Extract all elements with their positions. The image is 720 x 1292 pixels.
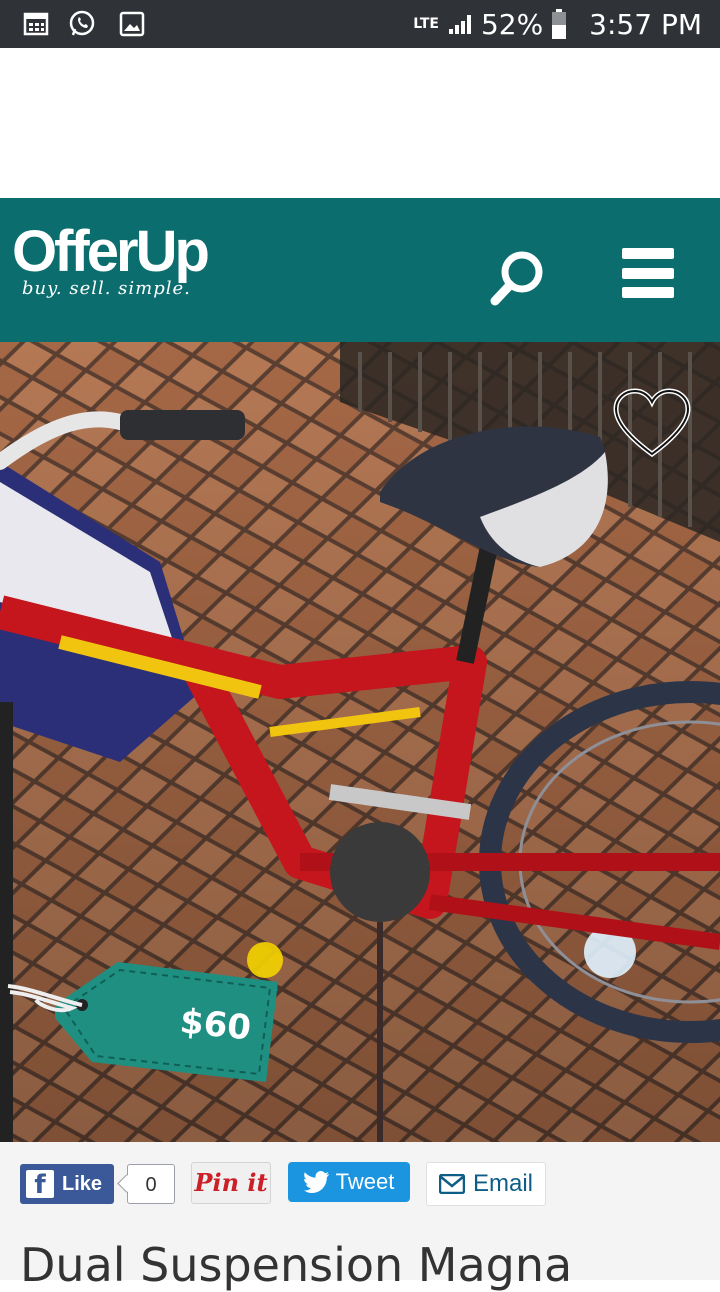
ad-space bbox=[0, 48, 720, 198]
site-header: OfferUp buy. sell. simple. bbox=[0, 198, 720, 342]
email-button[interactable]: Email bbox=[426, 1162, 546, 1206]
pinterest-button[interactable]: Pin it bbox=[191, 1162, 271, 1204]
status-bar: LTE 52% 3:57 PM bbox=[0, 0, 720, 48]
listing-title: Dual Suspension Magna bbox=[20, 1238, 573, 1292]
clock: 3:57 PM bbox=[589, 7, 702, 41]
facebook-like-button[interactable]: f Like bbox=[20, 1164, 114, 1204]
whatsapp-icon bbox=[69, 10, 95, 36]
signal-icon bbox=[448, 15, 471, 34]
battery-icon bbox=[552, 9, 567, 39]
tweet-button[interactable]: Tweet bbox=[288, 1162, 410, 1202]
logo-tagline: buy. sell. simple. bbox=[22, 278, 191, 299]
favorite-heart-icon[interactable] bbox=[612, 388, 692, 460]
search-icon[interactable] bbox=[488, 248, 548, 308]
facebook-icon: f bbox=[26, 1170, 54, 1200]
envelope-icon bbox=[438, 1174, 465, 1194]
email-label: Email bbox=[472, 1170, 533, 1197]
battery-percent: 52% bbox=[480, 7, 544, 41]
calendar-icon bbox=[23, 12, 49, 36]
menu-icon[interactable] bbox=[622, 246, 674, 300]
tweet-label: Tweet bbox=[335, 1169, 395, 1194]
network-type: LTE bbox=[413, 16, 439, 32]
image-icon bbox=[119, 11, 145, 37]
twitter-icon bbox=[303, 1171, 329, 1193]
like-count: 0 bbox=[127, 1164, 175, 1204]
price-label: $60 bbox=[178, 1001, 253, 1049]
offerup-logo[interactable]: OfferUp bbox=[12, 218, 210, 285]
like-label: Like bbox=[62, 1172, 103, 1195]
price-tag-icon bbox=[7, 962, 278, 1082]
